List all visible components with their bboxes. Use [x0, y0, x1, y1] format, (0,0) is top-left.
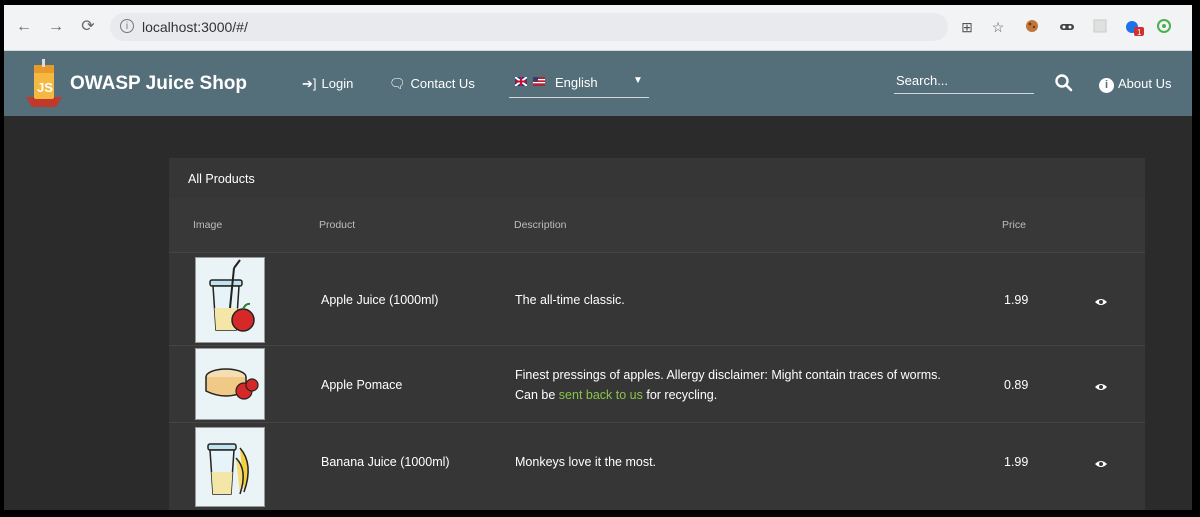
search-placeholder: Search...: [896, 73, 949, 88]
product-price: 1.99: [1004, 455, 1029, 469]
search-field[interactable]: Search...: [894, 71, 1034, 94]
product-name: Apple Juice (1000ml): [321, 293, 439, 307]
brand-title[interactable]: OWASP Juice Shop: [70, 73, 247, 95]
reload-icon[interactable]: ⟳: [78, 17, 98, 37]
us-flag-icon: [533, 77, 545, 86]
product-description-line2: Can be sent back to us for recycling.: [515, 388, 717, 402]
login-label: Login: [321, 76, 354, 91]
contact-us-button[interactable]: 🗨 Contact Us: [389, 76, 475, 92]
info-icon: i: [1099, 78, 1114, 93]
product-name: Banana Juice (1000ml): [321, 455, 450, 469]
bookmark-star-icon[interactable]: ☆: [990, 19, 1006, 35]
extension-badge-icon[interactable]: 1: [1124, 19, 1146, 37]
products-title: All Products: [188, 172, 255, 186]
product-price: 1.99: [1004, 293, 1029, 307]
svg-text:JS: JS: [37, 80, 53, 95]
apple-pomace-icon[interactable]: [195, 348, 265, 420]
extension-cookie-icon[interactable]: [1024, 19, 1040, 35]
product-price: 0.89: [1004, 378, 1029, 392]
extension-badge-count: 1: [1137, 28, 1142, 37]
about-us-button[interactable]: i About Us: [1099, 76, 1171, 93]
language-label: English: [555, 75, 598, 90]
site-info-icon[interactable]: i: [120, 19, 134, 33]
url-text: localhost:3000/#/: [142, 19, 248, 35]
uk-flag-icon: [515, 77, 527, 86]
description-pre: Can be: [515, 388, 556, 402]
table-row[interactable]: Banana Juice (1000ml) Monkeys love it th…: [169, 423, 1145, 510]
table-row[interactable]: Apple Pomace Finest pressings of apples.…: [169, 346, 1145, 423]
table-row[interactable]: Apple Juice (1000ml) The all-time classi…: [169, 253, 1145, 346]
extension-mask-icon[interactable]: [1059, 19, 1075, 35]
extension-green-icon[interactable]: [1156, 19, 1172, 35]
search-icon[interactable]: [1054, 73, 1074, 93]
back-icon[interactable]: ←: [14, 17, 34, 37]
eye-icon[interactable]: [1094, 297, 1108, 307]
eye-icon[interactable]: [1094, 382, 1108, 392]
description-post: for recycling.: [646, 388, 718, 402]
login-button[interactable]: ➔] Login: [302, 76, 353, 92]
header-price: Price: [1002, 219, 1026, 231]
eye-icon[interactable]: [1094, 459, 1108, 469]
extension-blank-icon[interactable]: [1092, 19, 1108, 35]
login-icon: ➔]: [302, 76, 317, 91]
forward-icon[interactable]: →: [46, 17, 66, 37]
juice-shop-logo[interactable]: JS: [22, 59, 66, 109]
header-description: Description: [514, 219, 567, 231]
products-card: All Products Image Product Description P…: [169, 158, 1145, 510]
product-description: The all-time classic.: [515, 293, 625, 307]
browser-chrome: ← → ⟳ i localhost:3000/#/ ⊞ ☆ 1: [4, 5, 1192, 51]
contact-label: Contact Us: [410, 76, 475, 91]
product-description-line1: Finest pressings of apples. Allergy disc…: [515, 368, 941, 382]
main-content: All Products Image Product Description P…: [4, 116, 1192, 510]
dropdown-caret-icon: ▼: [633, 75, 643, 86]
sent-back-link[interactable]: sent back to us: [559, 388, 643, 402]
product-description: Monkeys love it the most.: [515, 455, 657, 469]
address-bar[interactable]: i localhost:3000/#/: [110, 13, 948, 41]
banana-juice-icon[interactable]: [195, 427, 265, 507]
about-label: About Us: [1118, 76, 1172, 91]
language-selector[interactable]: English ▼: [509, 71, 649, 98]
table-header: Image Product Description Price: [169, 198, 1145, 253]
product-name: Apple Pomace: [321, 378, 403, 392]
chat-icon: 🗨: [389, 76, 406, 91]
app-toolbar: JS OWASP Juice Shop ➔] Login 🗨 Contact Us …: [4, 51, 1192, 116]
browser-window: ← → ⟳ i localhost:3000/#/ ⊞ ☆ 1 JS OWASP…: [4, 5, 1192, 510]
apple-juice-icon[interactable]: [195, 257, 265, 343]
translate-icon[interactable]: ⊞: [959, 19, 975, 35]
header-image: Image: [193, 219, 223, 231]
header-product: Product: [319, 219, 356, 231]
